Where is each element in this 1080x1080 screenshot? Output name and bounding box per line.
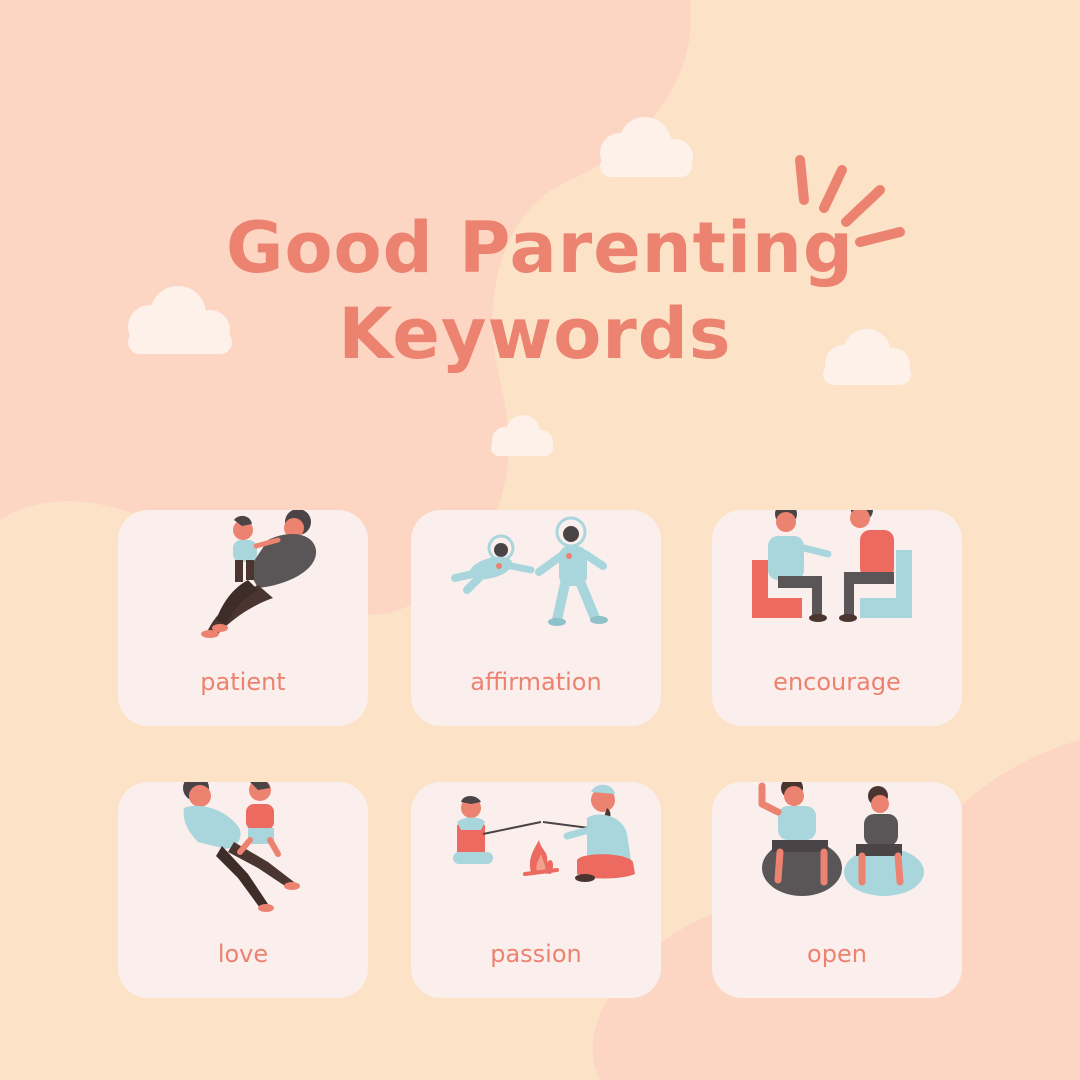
keyword-label: patient	[200, 668, 286, 696]
keyword-label: encourage	[773, 668, 901, 696]
astronauts-reaching-illustration	[451, 516, 608, 626]
keyword-card-patient: patient	[118, 510, 368, 726]
parent-lifting-child-illustration	[201, 510, 317, 638]
cloud-icon	[600, 117, 693, 177]
title-line-2: Keywords	[338, 293, 732, 375]
page-title: Good Parenting Keywords	[0, 205, 1080, 377]
title-line-1: Good Parenting	[225, 207, 854, 289]
keyword-label: passion	[490, 940, 582, 968]
two-men-talking-seated-illustration	[752, 510, 912, 622]
keyword-card-affirmation: affirmation	[411, 510, 661, 726]
keyword-card-open: open	[712, 782, 962, 998]
keyword-label: love	[217, 940, 269, 968]
cloud-icon	[491, 415, 553, 456]
keyword-label: open	[807, 940, 867, 968]
friends-on-beanbags-illustration	[758, 782, 924, 896]
poster: Good Parenting Keywords patient affirmat…	[0, 0, 1080, 1080]
campfire-marshmallows-illustration	[453, 784, 635, 882]
parent-holding-child-illustration	[183, 782, 300, 912]
keyword-card-encourage: encourage	[712, 510, 962, 726]
keyword-label: affirmation	[470, 668, 602, 696]
keyword-card-love: love	[118, 782, 368, 998]
keyword-card-passion: passion	[411, 782, 661, 998]
